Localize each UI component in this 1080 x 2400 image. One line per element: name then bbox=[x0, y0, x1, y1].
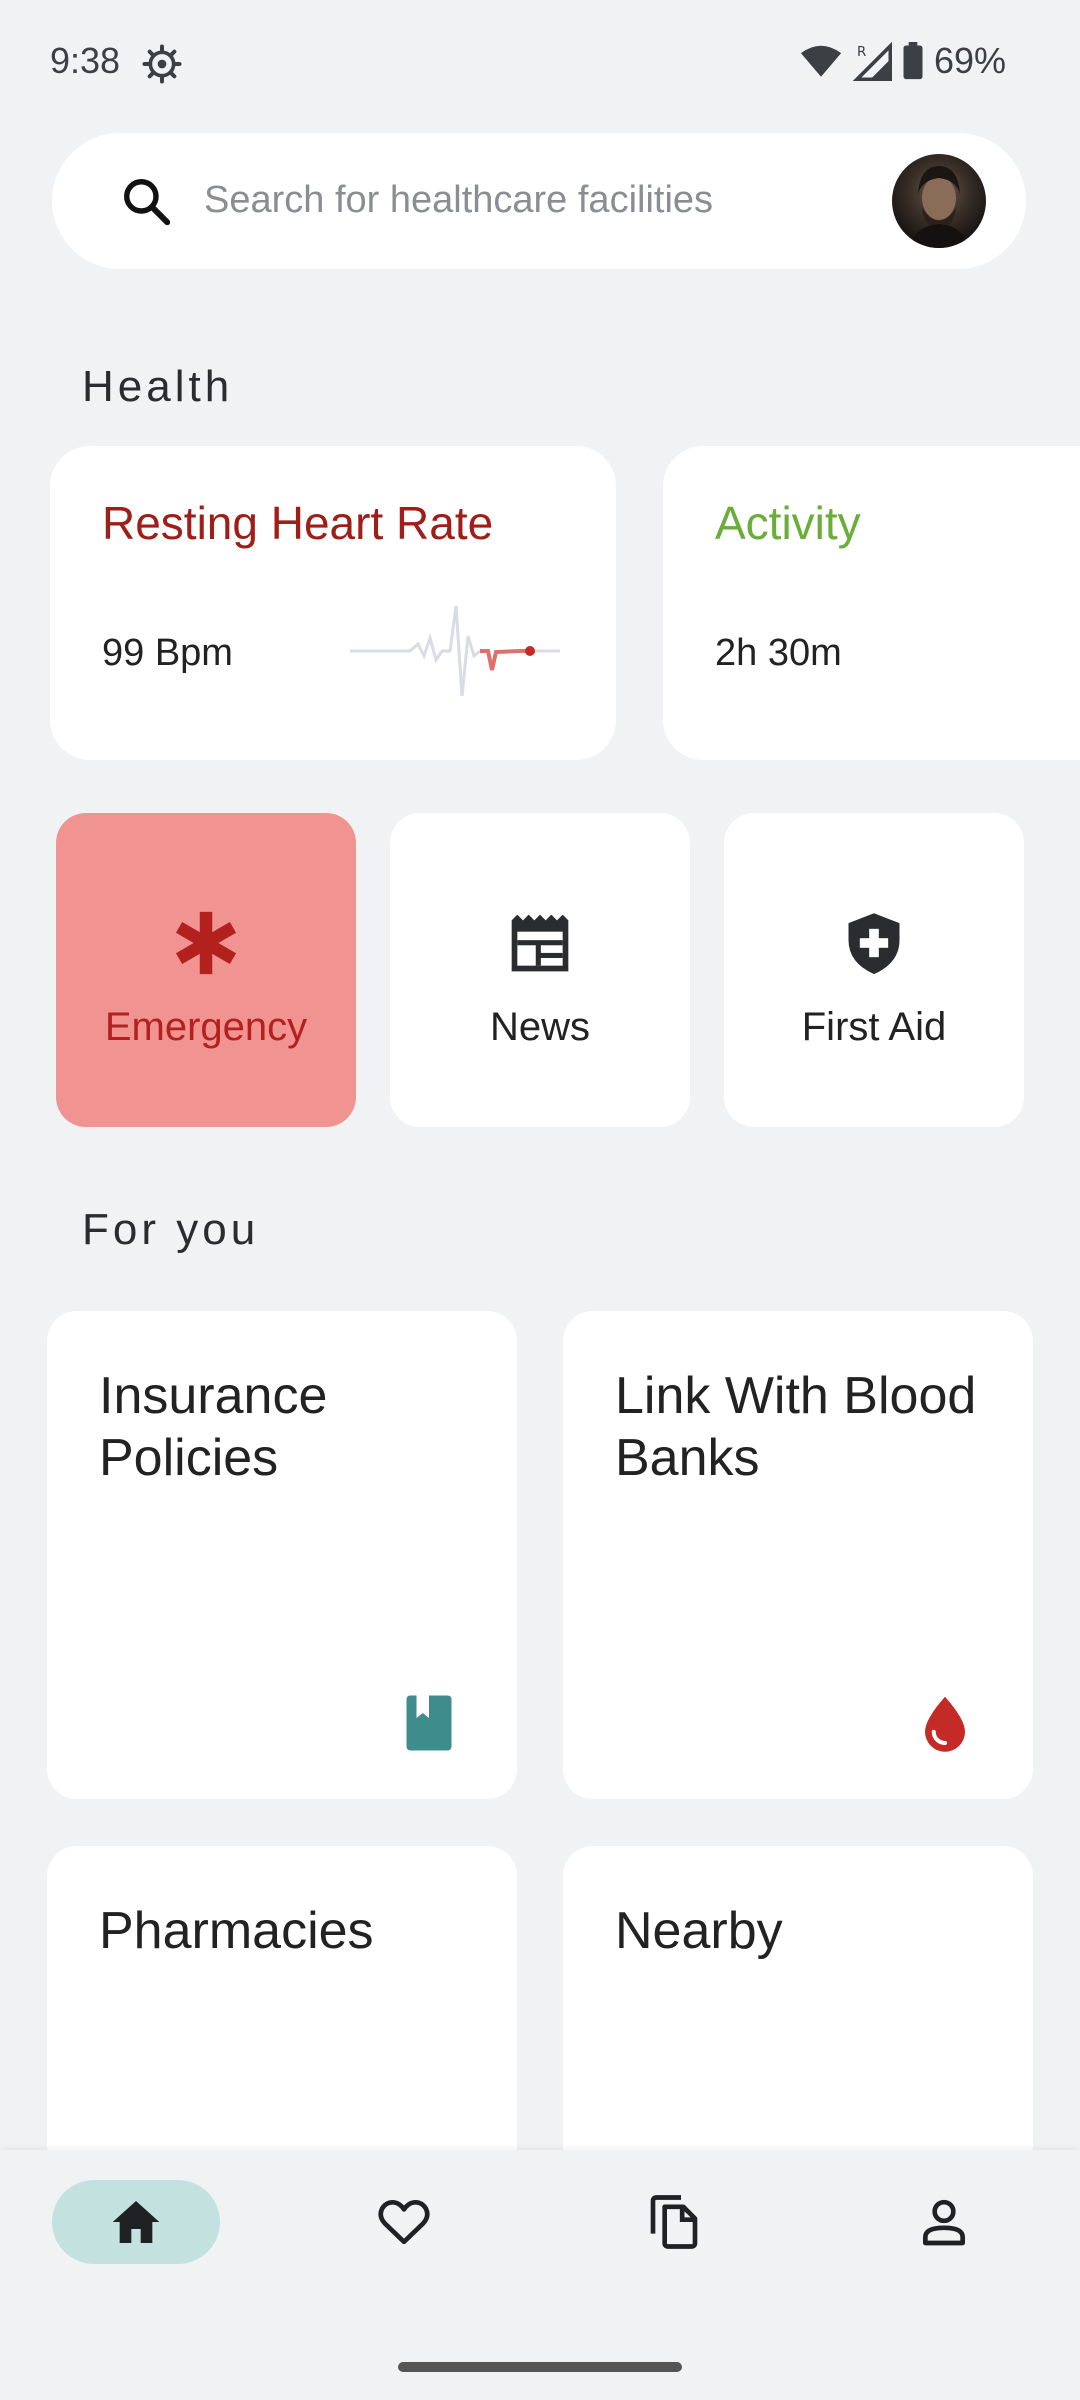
battery-icon bbox=[903, 42, 923, 80]
heart-rate-value: 99 Bpm bbox=[102, 632, 233, 674]
nav-profile[interactable] bbox=[860, 2180, 1028, 2264]
nearby-title: Nearby bbox=[615, 1902, 783, 1960]
heart-rate-sparkline bbox=[350, 605, 560, 697]
first-aid-tile[interactable]: First Aid bbox=[724, 813, 1024, 1127]
search-input-placeholder[interactable]: Search for healthcare facilities bbox=[204, 179, 713, 222]
section-title-for-you: For you bbox=[82, 1205, 260, 1254]
search-bar[interactable]: Search for healthcare facilities bbox=[52, 133, 1026, 269]
wifi-icon bbox=[800, 45, 842, 77]
avatar[interactable] bbox=[892, 154, 986, 248]
blood-drop-icon bbox=[925, 1696, 965, 1752]
gesture-navigation-handle[interactable] bbox=[398, 2362, 682, 2372]
copy-icon bbox=[650, 2195, 698, 2249]
avatar-portrait bbox=[910, 166, 968, 248]
asterisk-icon bbox=[175, 911, 237, 975]
status-icons: R 69% bbox=[800, 40, 1006, 82]
shield-plus-icon bbox=[848, 913, 900, 975]
emergency-tile[interactable]: Emergency bbox=[56, 813, 356, 1127]
newspaper-icon bbox=[511, 914, 569, 972]
blood-banks-card[interactable]: Link With Blood Banks bbox=[563, 1311, 1033, 1799]
nav-documents[interactable] bbox=[590, 2180, 758, 2264]
first-aid-label: First Aid bbox=[801, 1005, 947, 1049]
activity-value: 2h 30m bbox=[715, 632, 842, 674]
emergency-label: Emergency bbox=[104, 1005, 308, 1049]
heart-rate-point bbox=[525, 646, 535, 656]
battery-percent: 69% bbox=[933, 40, 1006, 81]
health-card-activity[interactable]: Activity 2h 30m bbox=[663, 446, 1080, 760]
home-icon bbox=[112, 2201, 160, 2243]
heart-icon bbox=[378, 2199, 430, 2245]
status-bar: 9:38 R 69% bbox=[0, 0, 1080, 130]
nav-home[interactable] bbox=[52, 2180, 220, 2264]
insurance-policies-card[interactable]: Insurance Policies bbox=[47, 1311, 517, 1799]
search-icon bbox=[124, 179, 171, 226]
person-icon bbox=[923, 2199, 965, 2246]
network-roaming-label: R bbox=[857, 45, 866, 60]
book-icon bbox=[406, 1695, 452, 1751]
pharmacies-title: Pharmacies bbox=[99, 1902, 374, 1960]
nav-favorites[interactable] bbox=[320, 2180, 488, 2264]
status-time: 9:38 bbox=[50, 40, 121, 81]
heart-rate-title: Resting Heart Rate bbox=[102, 497, 494, 549]
section-title-health: Health bbox=[82, 362, 234, 411]
blood-banks-title: Link With Blood Banks bbox=[615, 1367, 977, 1487]
news-tile[interactable]: News bbox=[390, 813, 690, 1127]
cellular-signal-icon: R bbox=[852, 41, 892, 81]
news-label: News bbox=[489, 1005, 591, 1049]
app-screen: 9:38 R 69% Search for healthcare facilit… bbox=[0, 0, 1080, 2400]
settings-gear-icon bbox=[142, 44, 182, 84]
health-card-heart-rate[interactable]: Resting Heart Rate 99 Bpm bbox=[50, 446, 616, 760]
insurance-policies-title: Insurance Policies bbox=[99, 1367, 328, 1487]
activity-title: Activity bbox=[715, 497, 861, 549]
